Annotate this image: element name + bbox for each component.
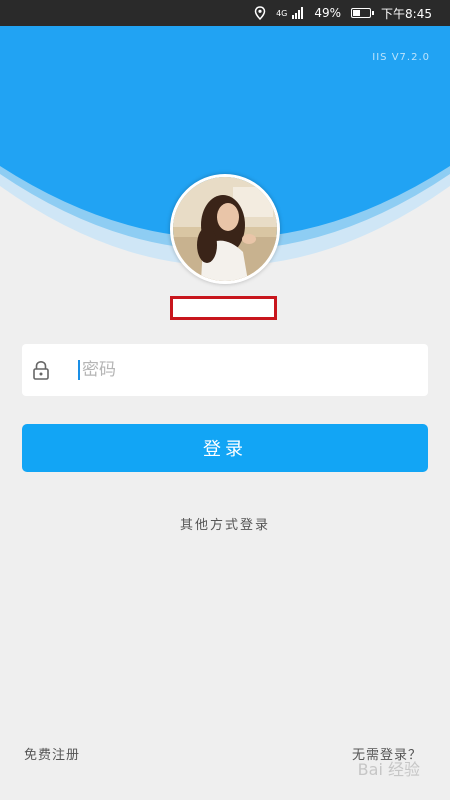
login-button[interactable]: 登录 xyxy=(22,424,428,472)
battery-percent: 49% xyxy=(314,6,342,20)
watermark-text: Bai 经验 xyxy=(357,760,420,779)
text-cursor xyxy=(78,360,80,380)
avatar-image xyxy=(173,177,277,281)
app-version: IIS V7.2.0 xyxy=(372,52,430,63)
network-type: 4G xyxy=(276,8,288,18)
signal-icon xyxy=(292,7,304,19)
location-icon xyxy=(254,6,266,20)
register-link[interactable]: 免费注册 xyxy=(24,744,80,763)
watermark: Bai 经验 xyxy=(358,756,420,780)
other-login-link[interactable]: 其他方式登录 xyxy=(0,514,450,533)
avatar[interactable] xyxy=(170,174,280,284)
username-field[interactable] xyxy=(170,296,277,320)
clock: 下午8:45 xyxy=(381,6,432,21)
lock-icon xyxy=(32,360,50,380)
battery-icon xyxy=(351,8,375,18)
password-field[interactable] xyxy=(22,344,428,396)
password-input[interactable] xyxy=(82,344,412,396)
status-bar: 4G 49% 下午8:45 xyxy=(0,0,450,26)
